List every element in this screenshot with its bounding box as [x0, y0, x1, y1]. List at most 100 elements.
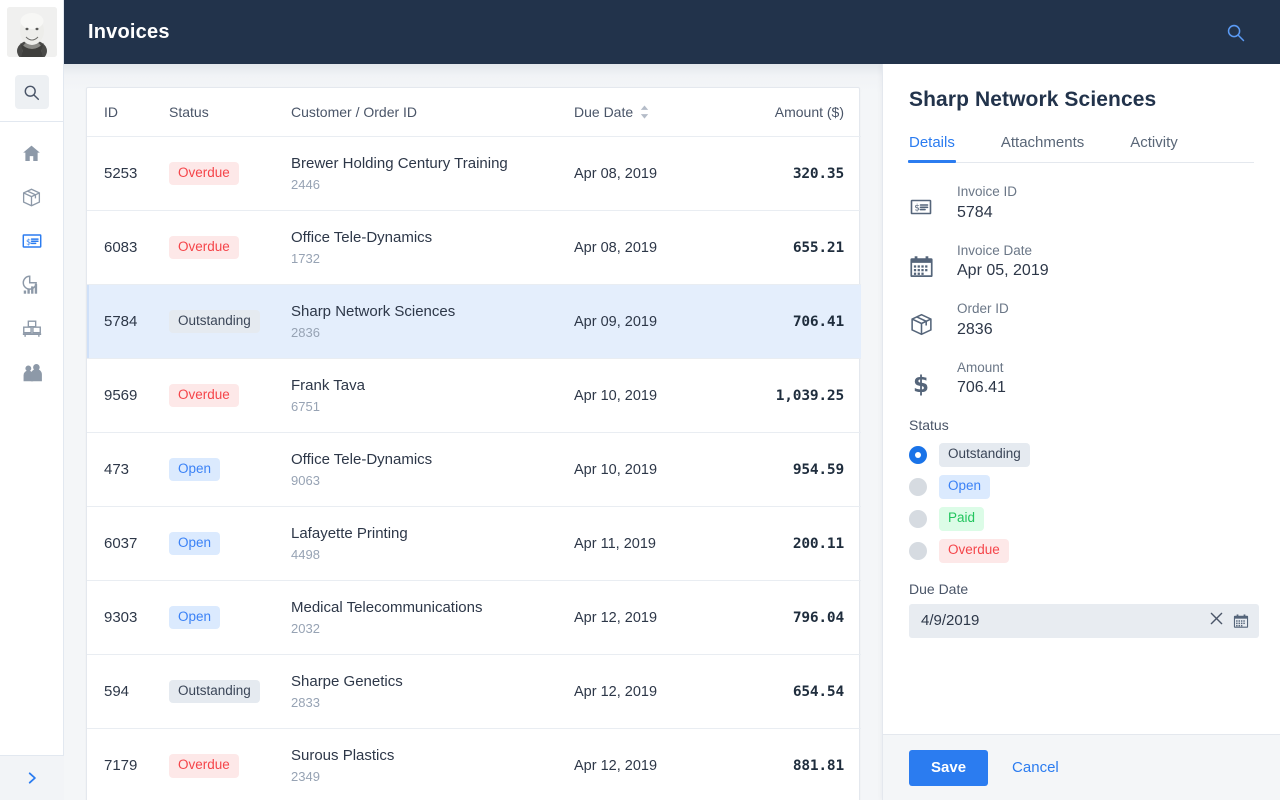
home-icon: [23, 145, 40, 161]
cell-id: 9569: [87, 358, 169, 433]
cell-customer: Office Tele-Dynamics 9063: [291, 432, 574, 507]
cell-amount: 655.21: [714, 210, 861, 285]
invoice-icon: $: [909, 183, 943, 219]
detail-field: Invoice Date Apr 05, 2019: [909, 242, 1254, 281]
status-badge: Outstanding: [169, 309, 260, 334]
save-button[interactable]: Save: [909, 749, 989, 786]
table-row[interactable]: 6083 Overdue Office Tele-Dynamics 1732 Apr 0…: [87, 210, 861, 285]
open-calendar-button[interactable]: [1233, 613, 1249, 629]
cell-due-date: Apr 10, 2019: [574, 358, 714, 433]
cell-id: 6037: [87, 506, 169, 581]
cell-due-date: Apr 08, 2019: [574, 210, 714, 285]
tab-activity[interactable]: Activity: [1130, 134, 1178, 162]
calendar-icon: [1233, 614, 1249, 628]
cell-due-date: Apr 08, 2019: [574, 136, 714, 211]
status-badge: Paid: [939, 506, 985, 531]
customer-name: Surous Plastics: [291, 747, 395, 765]
field-label: Order ID: [957, 301, 1009, 317]
table-row[interactable]: 5784 Outstanding Sharp Network Sciences 283…: [87, 284, 861, 359]
status-badge: Overdue: [169, 753, 239, 778]
svg-text:$: $: [914, 204, 920, 214]
customer-name: Lafayette Printing: [291, 525, 408, 543]
customer-name: Medical Telecommunications: [291, 599, 483, 617]
radio-overdue[interactable]: [909, 541, 927, 560]
column-header-id[interactable]: ID: [87, 88, 169, 137]
cell-due-date: Apr 09, 2019: [574, 284, 714, 359]
expand-sidebar-button[interactable]: [0, 755, 64, 800]
sidebar-item-invoices[interactable]: $: [10, 224, 54, 258]
order-id: 9063: [291, 472, 320, 488]
table-row[interactable]: 6037 Open Lafayette Printing 4498 Apr 11, 20…: [87, 506, 861, 581]
sidebar-item-products[interactable]: [10, 180, 54, 214]
column-header-amount[interactable]: Amount ($): [714, 88, 861, 137]
table-row[interactable]: 9303 Open Medical Telecommunications 2032 Ap…: [87, 580, 861, 655]
rail-search-button[interactable]: [14, 75, 49, 109]
status-option-overdue[interactable]: Overdue: [909, 538, 1254, 563]
cell-status: Open: [169, 506, 291, 581]
invoice-detail-panel: Sharp Network Sciences Details Attachment…: [882, 64, 1280, 800]
cell-customer: Lafayette Printing 4498: [291, 506, 574, 581]
cancel-button[interactable]: Cancel: [1006, 759, 1065, 776]
cell-status: Open: [169, 432, 291, 507]
page-title: Invoices: [88, 20, 170, 43]
cell-due-date: Apr 12, 2019: [574, 580, 714, 655]
radio-open[interactable]: [909, 477, 927, 496]
tab-details[interactable]: Details: [908, 134, 956, 163]
detail-title: Sharp Network Sciences: [909, 88, 1157, 111]
table-row[interactable]: 7179 Overdue Surous Plastics 2349 Apr 12, 20…: [87, 729, 861, 800]
due-date-input[interactable]: 4/9/2019: [909, 603, 1259, 638]
order-id: 6751: [291, 398, 320, 414]
sidebar-item-inventory[interactable]: [10, 312, 54, 346]
box-icon: [909, 300, 943, 337]
app-header: Invoices: [64, 0, 1280, 64]
cell-status: Outstanding: [169, 654, 291, 729]
cell-customer: Surous Plastics 2349: [291, 729, 574, 800]
cell-amount: 796.04: [714, 580, 861, 655]
radio-outstanding[interactable]: [909, 446, 927, 465]
status-badge: Overdue: [169, 383, 239, 408]
cell-id: 9303: [87, 580, 169, 655]
detail-content: $ Invoice ID 5784 Invoice Date Apr 05, 2019 O…: [883, 163, 1280, 734]
column-header-status[interactable]: Status: [169, 88, 291, 137]
tab-attachments[interactable]: Attachments: [1001, 134, 1084, 162]
table-row[interactable]: 594 Outstanding Sharpe Genetics 2833 Apr 12,…: [87, 654, 861, 729]
cell-status: Outstanding: [169, 284, 291, 359]
cell-amount: 706.41: [714, 284, 861, 359]
customer-name: Sharp Network Sciences: [291, 303, 456, 321]
status-badge: Outstanding: [169, 679, 260, 704]
clear-date-button[interactable]: [1210, 612, 1223, 629]
table-row[interactable]: 5253 Overdue Brewer Holding Century Traini…: [87, 136, 861, 211]
column-header-due-date[interactable]: Due Date: [574, 88, 714, 137]
field-label: Amount: [957, 359, 1004, 375]
order-id: 1732: [291, 250, 320, 266]
box-icon: [22, 188, 41, 206]
cell-status: Overdue: [169, 729, 291, 800]
status-option-paid[interactable]: Paid: [909, 506, 1254, 531]
radio-paid[interactable]: [909, 509, 927, 528]
status-badge: Open: [939, 475, 991, 499]
search-icon: [1227, 24, 1244, 41]
cell-status: Overdue: [169, 136, 291, 211]
cell-id: 5784: [87, 284, 169, 359]
table-row[interactable]: 473 Open Office Tele-Dynamics 9063 Apr 10, 2…: [87, 432, 861, 507]
status-option-outstanding[interactable]: Outstanding: [909, 443, 1254, 468]
table-row[interactable]: 9569 Overdue Frank Tava 6751 Apr 10, 2019 1,0…: [87, 358, 861, 433]
invoice-table-card: ID Status Customer / Order ID Due Date A…: [86, 87, 861, 800]
sidebar-item-analytics[interactable]: [10, 268, 54, 302]
customer-name: Office Tele-Dynamics: [291, 451, 433, 469]
status-option-open[interactable]: Open: [909, 475, 1254, 499]
column-header-customer[interactable]: Customer / Order ID: [291, 88, 574, 137]
avatar[interactable]: [6, 7, 57, 57]
cell-status: Overdue: [169, 210, 291, 285]
field-value: Apr 05, 2019: [957, 262, 1049, 280]
status-badge: Overdue: [169, 161, 239, 186]
detail-field: $ Amount 706.41: [909, 359, 1254, 398]
header-search-button[interactable]: [1220, 17, 1250, 47]
cell-amount: 200.11: [714, 506, 861, 581]
cell-amount: 881.81: [792, 757, 844, 774]
sort-arrows-icon[interactable]: [640, 105, 649, 119]
table-header-row: ID Status Customer / Order ID Due Date A…: [87, 88, 861, 137]
sidebar-item-home[interactable]: [10, 136, 54, 170]
calendar-icon: [909, 242, 943, 279]
sidebar-item-customers[interactable]: [10, 356, 54, 390]
